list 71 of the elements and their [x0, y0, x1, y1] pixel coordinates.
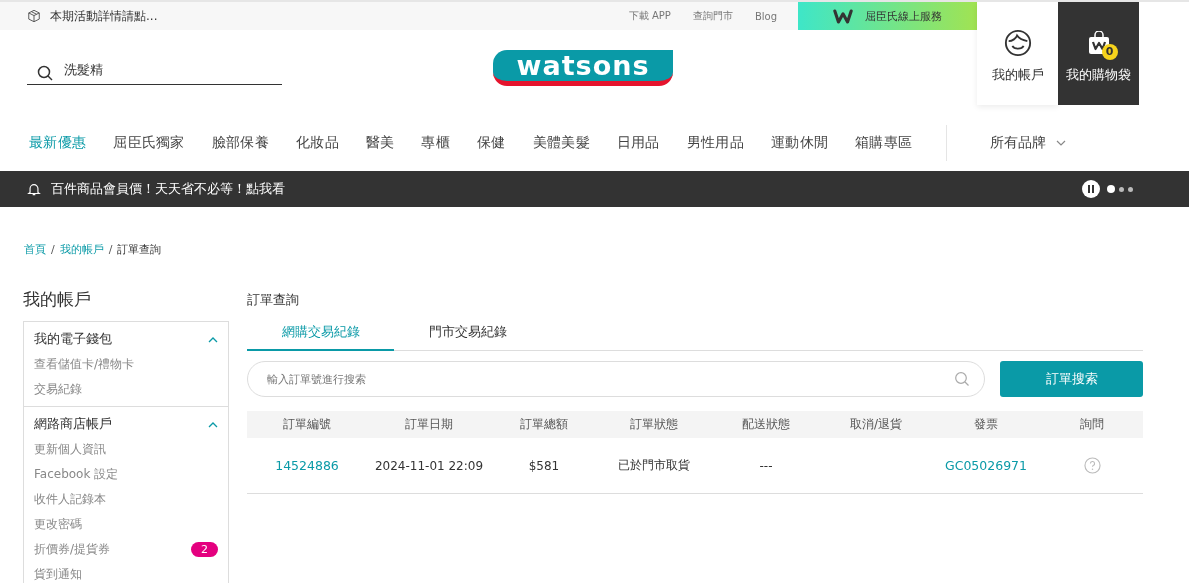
- table-cell: ---: [759, 458, 773, 473]
- column-header: 訂單編號: [282, 416, 332, 433]
- search-icon: [37, 64, 53, 81]
- box-icon: [27, 9, 41, 23]
- sidebar-link[interactable]: 折價券/提貨券: [34, 541, 111, 558]
- nav-link[interactable]: 運動休閒: [770, 133, 829, 152]
- nav-link[interactable]: 臉部保養: [211, 133, 269, 152]
- pause-button-icon: [1082, 180, 1100, 198]
- online-service-button[interactable]: 屈臣氏線上服務: [798, 2, 977, 30]
- nav-link[interactable]: 醫美: [365, 133, 395, 152]
- table-link[interactable]: GC05026971: [944, 458, 1027, 473]
- sidebar-link[interactable]: 貨到通知: [34, 566, 82, 583]
- table-cell: 2024-11-01 22:09: [374, 458, 484, 473]
- tab[interactable]: 門市交易紀錄: [394, 319, 541, 351]
- sidebar-link[interactable]: 更改密碼: [34, 516, 82, 533]
- sidebar-link[interactable]: 交易紀錄: [34, 381, 82, 398]
- column-header: 訂單日期: [404, 416, 454, 433]
- column-header: 訂單總額: [519, 416, 569, 433]
- w-logo-icon: [833, 8, 853, 24]
- search-field[interactable]: 洗髮精: [27, 56, 282, 85]
- sidebar-link[interactable]: Facebook 設定: [34, 466, 119, 483]
- account-button[interactable]: 我的帳戶: [977, 2, 1058, 105]
- column-header: 取消/退貨: [848, 416, 903, 433]
- carousel-dot[interactable]: [1128, 186, 1133, 192]
- shopping-bag-button[interactable]: 0 我的購物袋: [1058, 2, 1139, 105]
- table-cell: $581: [528, 458, 560, 473]
- question-mark-icon: [1083, 457, 1101, 474]
- order-search-field[interactable]: 輸入訂單號進行搜索: [247, 361, 985, 397]
- announcement-link[interactable]: 百件商品會員價！天天省不必等！點我看: [51, 180, 285, 198]
- smiley-face-icon: [1003, 29, 1032, 57]
- nav-link[interactable]: 箱購專區: [855, 133, 913, 152]
- nav-link[interactable]: 日用品: [616, 133, 660, 152]
- nav-link[interactable]: 美體美髮: [532, 133, 590, 152]
- sidebar-title: 我的帳戶: [23, 288, 92, 310]
- breadcrumb-link[interactable]: 首頁: [24, 241, 46, 257]
- shopping-bag-icon: [1086, 31, 1111, 55]
- account-label: 我的帳戶: [991, 67, 1044, 84]
- nav-link[interactable]: 屈臣氏獨家: [113, 133, 185, 152]
- breadcrumb-link[interactable]: 我的帳戶: [59, 241, 104, 257]
- breadcrumb-current: 訂單查詢: [117, 241, 162, 257]
- top-link[interactable]: 查詢門市: [692, 9, 733, 23]
- column-header: 詢問: [1079, 416, 1105, 433]
- chevron-down-icon: [1056, 139, 1066, 146]
- sidebar-link[interactable]: 更新個人資訊: [34, 441, 106, 458]
- brands-dropdown[interactable]: 所有品牌: [990, 133, 1066, 152]
- carousel-dot[interactable]: [1107, 185, 1115, 193]
- nav-link[interactable]: 男性用品: [686, 133, 744, 152]
- breadcrumb-separator: /: [108, 242, 113, 256]
- top-link[interactable]: Blog: [754, 10, 777, 22]
- column-header: 配送狀態: [741, 416, 791, 433]
- nav-link[interactable]: 化妝品: [295, 133, 339, 152]
- sidebar-link[interactable]: 收件人記錄本: [34, 491, 106, 508]
- page-title: 訂單查詢: [247, 291, 300, 309]
- nav-link[interactable]: 專櫃: [421, 133, 451, 152]
- column-header: 訂單狀態: [629, 416, 679, 433]
- breadcrumb-separator: /: [51, 242, 55, 256]
- sidebar-link[interactable]: 查看儲值卡/禮物卡: [34, 356, 135, 373]
- carousel-dot[interactable]: [1119, 186, 1124, 192]
- promo-notice[interactable]: 本期活動詳情請點...: [50, 7, 158, 25]
- table-cell: 已於門市取貨: [618, 457, 690, 474]
- shopping-bag-label: 我的購物袋: [1066, 67, 1131, 84]
- section-heading[interactable]: 我的電子錢包: [34, 331, 112, 348]
- section-heading[interactable]: 網路商店帳戶: [34, 416, 112, 433]
- bell-icon: [27, 182, 41, 196]
- top-link[interactable]: 下載 APP: [628, 9, 671, 23]
- count-badge: 2: [191, 542, 218, 557]
- search-icon: [954, 371, 970, 387]
- nav-link[interactable]: 最新優惠: [29, 133, 87, 152]
- tab[interactable]: 網購交易紀錄: [247, 319, 394, 351]
- nav-link[interactable]: 保健: [477, 133, 506, 152]
- column-header: 發票: [973, 416, 999, 433]
